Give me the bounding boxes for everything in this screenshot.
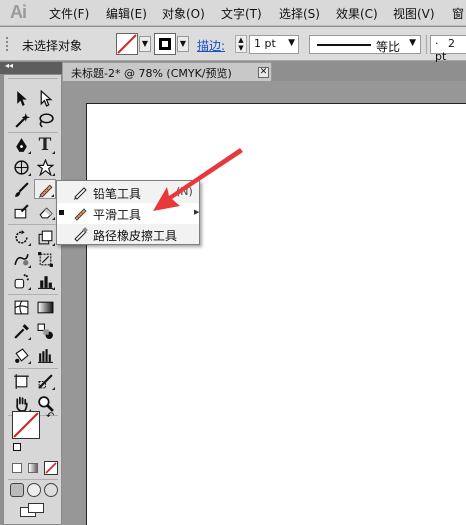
rotate-tool-icon[interactable] <box>10 227 32 247</box>
gradient-tool-icon[interactable] <box>34 297 56 317</box>
stroke-panel-link[interactable]: 描边: <box>197 37 225 54</box>
menu-view[interactable]: 视图(V) <box>393 5 435 22</box>
fill-color-swatch[interactable] <box>116 33 138 55</box>
flyout-item-pencil[interactable]: 铅笔工具 (N) <box>57 182 199 203</box>
hand-tool-icon[interactable] <box>10 393 32 413</box>
collapse-icon[interactable]: ◂◂ <box>5 61 13 70</box>
divider <box>8 78 58 79</box>
divider <box>8 224 58 225</box>
divider <box>8 294 58 295</box>
symbol-sprayer-tool-icon[interactable] <box>10 271 32 291</box>
blend-tool-icon[interactable] <box>34 321 56 341</box>
draw-behind-button[interactable] <box>27 483 41 497</box>
path-eraser-icon <box>74 227 88 242</box>
flyout-item-label: 铅笔工具 <box>93 187 142 201</box>
lasso-tool-icon[interactable] <box>34 110 56 130</box>
brush-size-field[interactable]: · 2 pt <box>430 35 466 63</box>
chevron-down-icon[interactable]: ▼ <box>409 38 416 48</box>
stroke-weight-stepper[interactable]: ▲ ▼ <box>235 35 247 53</box>
document-title: 未标题-2* @ 78% (CMYK/预览) <box>71 67 232 80</box>
artboard-tool-icon[interactable] <box>10 371 32 391</box>
brush-size-prefix: · <box>435 37 439 50</box>
gradient-mode-button[interactable] <box>28 463 38 473</box>
direct-selection-tool-icon[interactable] <box>34 88 56 108</box>
watermark-url: jingyan.baidu.com <box>376 503 466 514</box>
stroke-weight-value: 1 pt <box>254 37 276 50</box>
magic-wand-tool-icon[interactable] <box>10 110 32 130</box>
menu-edit[interactable]: 编辑(E) <box>106 5 147 22</box>
stroke-weight-field[interactable]: 1 pt ▼ <box>249 35 299 54</box>
chevron-down-icon[interactable]: ▼ <box>288 38 295 48</box>
menu-object[interactable]: 对象(O) <box>162 5 205 22</box>
smooth-icon <box>74 208 87 221</box>
stroke-color-swatch[interactable] <box>154 33 176 55</box>
paintbrush-tool-icon[interactable] <box>10 179 32 199</box>
divider <box>8 132 58 133</box>
color-mode-button[interactable] <box>12 463 22 473</box>
flyout-item-shortcut: (N) <box>176 185 193 198</box>
star-tool-icon[interactable] <box>34 157 56 177</box>
watermark-logo: Baidu <box>362 477 420 498</box>
menu-file[interactable]: 文件(F) <box>49 5 89 22</box>
default-colors-icon[interactable] <box>13 443 21 451</box>
watermark: Baidu jingyan.baidu.com <box>342 475 466 523</box>
control-bar: 未选择对象 ▼ ▼ 描边: ▲ ▼ 1 pt ▼ 等比 ▼ · 2 pt <box>0 27 466 63</box>
eraser-tool-icon[interactable] <box>34 201 56 221</box>
flyout-item-path-eraser[interactable]: 路径橡皮擦工具 <box>57 224 199 245</box>
tools-panel-header[interactable]: ◂◂ <box>0 61 62 74</box>
pencil-icon <box>73 187 87 200</box>
slice-tool-icon[interactable] <box>34 371 56 391</box>
menu-type[interactable]: 文字(T) <box>221 5 262 22</box>
draw-normal-button[interactable] <box>10 483 24 497</box>
free-transform-tool-icon[interactable] <box>34 249 56 269</box>
draw-inside-button[interactable] <box>44 483 58 497</box>
zoom-tool-icon[interactable] <box>34 393 56 413</box>
flyout-tearoff-icon[interactable]: ▶ <box>194 208 199 216</box>
stroke-profile-preview <box>317 44 371 46</box>
panel-grip[interactable] <box>6 37 10 51</box>
menu-effect[interactable]: 效果(C) <box>336 5 378 22</box>
type-tool-icon[interactable]: T <box>34 135 56 155</box>
document-tab[interactable]: 未标题-2* @ 78% (CMYK/预览) ✕ <box>62 62 272 81</box>
menu-bar: Ai 文件(F) 编辑(E) 对象(O) 文字(T) 选择(S) 效果(C) 视… <box>0 0 466 26</box>
eyedropper-tool-icon[interactable] <box>10 321 32 341</box>
live-paint-bucket-icon[interactable] <box>10 345 32 365</box>
pen-tool-icon[interactable] <box>10 135 32 155</box>
swap-fill-stroke-icon[interactable]: ↶ <box>46 411 54 422</box>
divider <box>8 368 58 369</box>
column-graph-tool-icon[interactable] <box>34 271 56 291</box>
fill-dropdown-arrow[interactable]: ▼ <box>139 36 151 52</box>
selection-status-label: 未选择对象 <box>22 39 83 53</box>
flyout-item-label: 路径橡皮擦工具 <box>93 229 178 243</box>
stroke-profile-label: 等比 <box>376 40 401 54</box>
divider <box>8 479 58 480</box>
blob-brush-tool-icon[interactable] <box>10 201 32 221</box>
mesh-tool-icon[interactable] <box>10 297 32 317</box>
selection-tool-icon[interactable] <box>10 88 32 108</box>
fill-swatch[interactable] <box>12 411 40 439</box>
none-mode-button[interactable] <box>44 461 58 475</box>
artboard[interactable] <box>86 103 466 525</box>
pencil-tools-flyout: 铅笔工具 (N) 平滑工具 路径橡皮擦工具 <box>56 180 200 245</box>
stroke-dropdown-arrow[interactable]: ▼ <box>177 36 189 52</box>
screen-mode-button[interactable] <box>20 503 46 517</box>
menu-select[interactable]: 选择(S) <box>279 5 320 22</box>
line-segment-tool-icon[interactable] <box>10 157 32 177</box>
warp-tool-icon[interactable] <box>10 249 32 269</box>
selected-bullet-icon <box>59 210 64 215</box>
close-icon[interactable]: ✕ <box>258 67 269 78</box>
bar-graph-icon[interactable] <box>34 345 56 365</box>
app-logo: Ai <box>10 2 27 22</box>
menu-window[interactable]: 窗 <box>452 5 464 22</box>
tools-panel: T ↶ <box>3 74 62 525</box>
pencil-tool-group-icon[interactable] <box>34 179 56 199</box>
stroke-profile-select[interactable]: 等比 ▼ <box>309 35 421 54</box>
divider <box>426 35 427 54</box>
flyout-item-label: 平滑工具 <box>93 208 142 222</box>
scale-tool-icon[interactable] <box>34 227 56 247</box>
flyout-item-smooth[interactable]: 平滑工具 <box>57 203 199 224</box>
